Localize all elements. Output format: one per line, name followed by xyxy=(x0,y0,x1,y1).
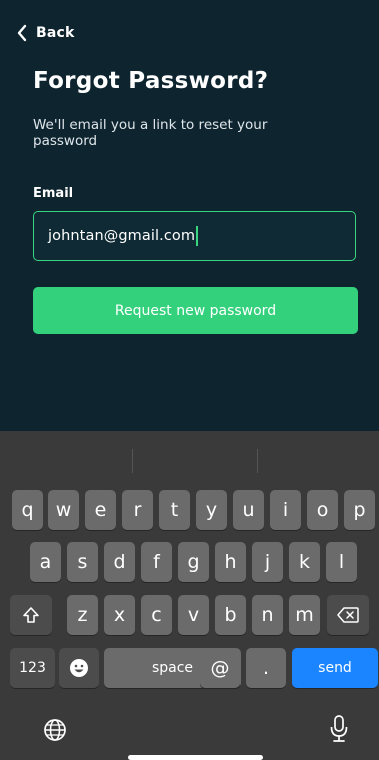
text-caret xyxy=(196,226,199,246)
key-t[interactable]: t xyxy=(159,490,190,530)
send-key[interactable]: send xyxy=(292,648,378,688)
key-n[interactable]: n xyxy=(252,595,283,635)
email-label: Email xyxy=(33,186,74,201)
key-k[interactable]: k xyxy=(289,542,320,582)
home-indicator xyxy=(128,755,263,760)
key-o[interactable]: o xyxy=(307,490,338,530)
key-d[interactable]: d xyxy=(104,542,135,582)
key-l[interactable]: l xyxy=(326,542,357,582)
key-w[interactable]: w xyxy=(48,490,79,530)
key-c[interactable]: c xyxy=(141,595,172,635)
chevron-left-icon xyxy=(17,24,27,42)
request-new-password-button[interactable]: Request new password xyxy=(33,287,358,334)
numbers-key[interactable]: 123 xyxy=(10,648,55,688)
backspace-key[interactable] xyxy=(327,595,369,635)
key-q[interactable]: q xyxy=(12,490,43,530)
key-r[interactable]: r xyxy=(122,490,153,530)
microphone-key[interactable] xyxy=(326,712,352,746)
shift-icon xyxy=(23,607,39,623)
forgot-password-screen: Back Forgot Password? We'll email you a … xyxy=(0,0,379,431)
backspace-icon xyxy=(337,607,359,623)
emoji-key[interactable] xyxy=(59,648,99,688)
key-y[interactable]: y xyxy=(196,490,227,530)
key-g[interactable]: g xyxy=(178,542,209,582)
keyboard: q w e r t y u i o p a s d f g h j k l z … xyxy=(0,431,379,760)
key-b[interactable]: b xyxy=(215,595,246,635)
shift-key[interactable] xyxy=(10,595,52,635)
microphone-icon xyxy=(330,715,348,742)
globe-icon xyxy=(44,719,66,741)
key-m[interactable]: m xyxy=(289,595,320,635)
back-button[interactable]: Back xyxy=(16,24,75,42)
key-s[interactable]: s xyxy=(67,542,98,582)
suggestion-divider xyxy=(132,449,133,473)
at-key[interactable]: @ xyxy=(200,648,240,688)
suggestion-divider xyxy=(257,449,258,473)
page-subtitle: We'll email you a link to reset your pas… xyxy=(33,117,268,149)
email-field[interactable]: johntan@gmail.com xyxy=(33,211,356,261)
key-h[interactable]: h xyxy=(215,542,246,582)
key-x[interactable]: x xyxy=(104,595,135,635)
back-label: Back xyxy=(36,25,75,41)
email-value: johntan@gmail.com xyxy=(48,228,196,244)
key-z[interactable]: z xyxy=(67,595,98,635)
key-i[interactable]: i xyxy=(270,490,301,530)
key-e[interactable]: e xyxy=(85,490,116,530)
key-p[interactable]: p xyxy=(344,490,375,530)
page-title: Forgot Password? xyxy=(33,68,269,94)
emoji-icon xyxy=(70,659,88,677)
key-u[interactable]: u xyxy=(233,490,264,530)
key-v[interactable]: v xyxy=(178,595,209,635)
dot-key[interactable]: . xyxy=(246,648,286,688)
key-f[interactable]: f xyxy=(141,542,172,582)
suggestion-bar xyxy=(0,431,379,485)
key-a[interactable]: a xyxy=(30,542,61,582)
globe-key[interactable] xyxy=(40,715,70,745)
key-j[interactable]: j xyxy=(252,542,283,582)
